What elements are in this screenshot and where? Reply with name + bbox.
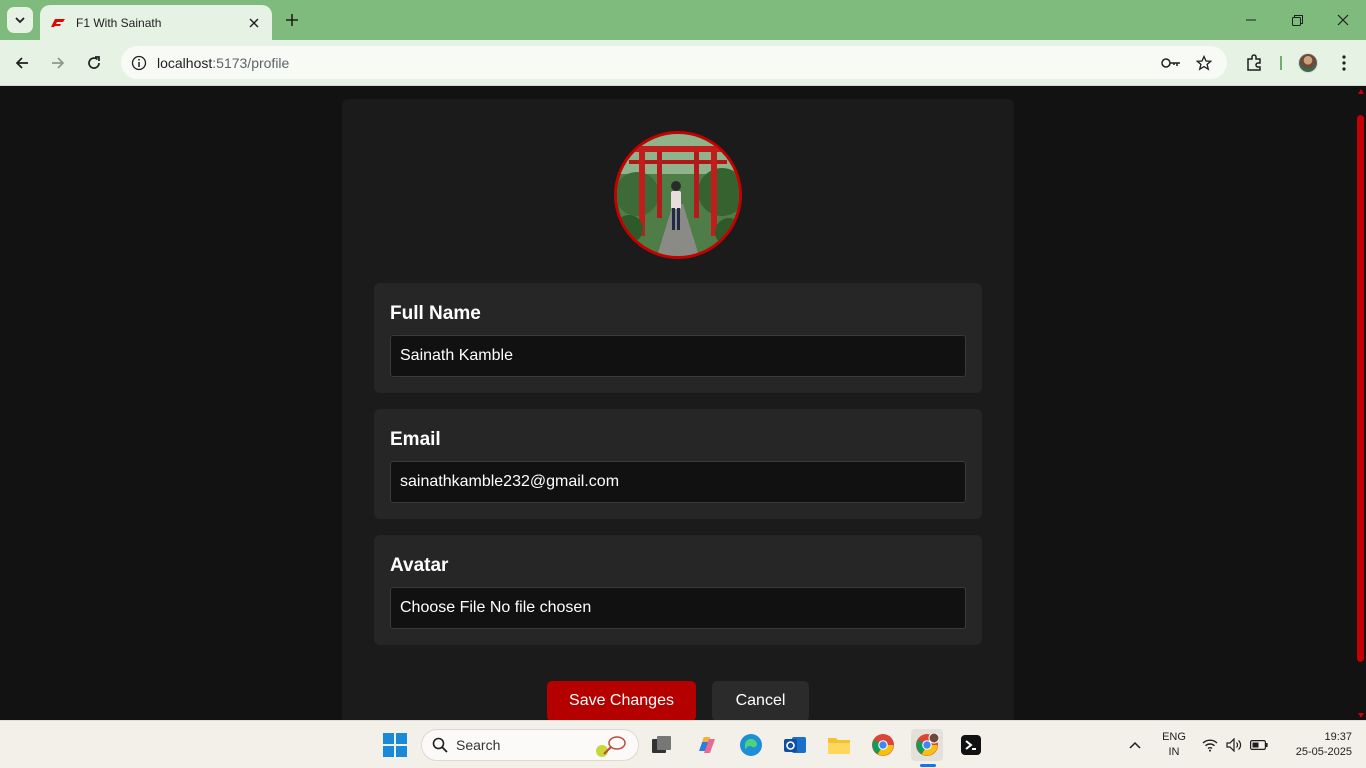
full-name-label: Full Name (390, 303, 481, 324)
url-text: localhost:5173/profile (157, 55, 289, 71)
search-placeholder: Search (456, 737, 501, 753)
language-code: ENG (1162, 731, 1186, 743)
profile-avatar (1298, 53, 1318, 73)
tab-title: F1 With Sainath (76, 15, 162, 30)
plus-icon (286, 14, 298, 26)
bookmark-star-icon[interactable] (1190, 49, 1218, 77)
f1-favicon (50, 18, 66, 28)
tab-strip: F1 With Sainath (0, 0, 1366, 40)
full-name-input[interactable] (390, 335, 966, 377)
search-icon (432, 737, 448, 753)
reload-button[interactable] (80, 49, 108, 77)
battery-status[interactable] (1246, 729, 1272, 761)
profile-button[interactable] (1294, 49, 1322, 77)
clock[interactable]: 19:37 25-05-2025 (1286, 730, 1352, 760)
email-input[interactable] (390, 461, 966, 503)
badminton-highlight-icon (596, 736, 626, 757)
cancel-button[interactable]: Cancel (712, 681, 809, 720)
new-tab-button[interactable] (280, 8, 304, 32)
toolbar-divider (1280, 56, 1282, 70)
more-menu-icon (1342, 55, 1346, 71)
scroll-up-arrow[interactable] (1358, 89, 1364, 94)
outlook-icon (784, 737, 806, 753)
page-viewport: Full Name Email Avatar Choose File No fi… (0, 87, 1366, 720)
chrome-profile-button[interactable] (911, 729, 943, 761)
close-window-button[interactable] (1320, 0, 1366, 40)
show-hidden-icons-button[interactable] (1119, 729, 1151, 761)
edge-button[interactable] (735, 729, 767, 761)
clock-time: 19:37 (1324, 731, 1352, 743)
active-app-indicator (920, 764, 936, 767)
url-host: localhost (157, 54, 213, 71)
extensions-button[interactable] (1240, 49, 1268, 77)
input-language[interactable]: ENG IN (1157, 730, 1191, 760)
region-code: IN (1168, 746, 1180, 758)
chevron-down-icon (15, 17, 25, 24)
avatar-label: Avatar (390, 555, 449, 576)
chrome-profile-icon (916, 733, 939, 756)
profile-avatar-image (614, 131, 742, 259)
taskbar: Search ENG IN 19:37 25-05-2025 (0, 720, 1366, 768)
choose-file-button[interactable]: Choose File (400, 599, 485, 617)
forward-button[interactable] (44, 49, 72, 77)
taskbar-search[interactable]: Search (421, 729, 639, 761)
back-button[interactable] (8, 49, 36, 77)
minimize-button[interactable] (1228, 0, 1274, 40)
wifi-status[interactable] (1198, 729, 1222, 761)
close-tab-icon[interactable] (246, 15, 262, 31)
task-view-button[interactable] (646, 729, 678, 761)
more-menu-button[interactable] (1330, 49, 1358, 77)
profile-card: Full Name Email Avatar Choose File No fi… (342, 99, 1014, 720)
file-status: No file chosen (489, 599, 592, 616)
browser-tab[interactable]: F1 With Sainath (40, 5, 272, 40)
avatar-field: Avatar Choose File No file chosen (374, 535, 982, 645)
restore-icon (1291, 14, 1303, 26)
chevron-up-icon (1129, 741, 1141, 749)
folder-icon (828, 738, 850, 754)
email-field: Email (374, 409, 982, 519)
password-key-icon[interactable] (1157, 49, 1185, 77)
browser-toolbar: localhost:5173/profile (0, 40, 1366, 86)
scroll-down-arrow[interactable] (1358, 713, 1364, 718)
outlook-button[interactable] (779, 729, 811, 761)
copilot-button[interactable] (691, 729, 723, 761)
windows-logo-icon (383, 733, 407, 757)
task-view-icon (652, 736, 671, 753)
terminal-app-icon (961, 735, 981, 755)
email-label: Email (390, 429, 441, 450)
clock-date: 25-05-2025 (1295, 746, 1352, 758)
reload-icon (88, 56, 100, 69)
tab-search-button[interactable] (7, 7, 33, 33)
file-explorer-button[interactable] (823, 729, 855, 761)
restore-button[interactable] (1274, 0, 1320, 40)
site-info-icon[interactable] (124, 48, 154, 78)
url-path: :5173/profile (212, 54, 290, 71)
volume-status[interactable] (1222, 729, 1246, 761)
terminal-app-button[interactable] (955, 729, 987, 761)
scroll-thumb[interactable] (1357, 115, 1364, 662)
minimize-icon (1246, 19, 1256, 21)
speaker-icon (1226, 738, 1242, 752)
back-icon (15, 57, 28, 69)
battery-icon (1250, 740, 1268, 750)
copilot-icon (699, 737, 715, 753)
chrome-button[interactable] (867, 729, 899, 761)
address-bar[interactable]: localhost:5173/profile (121, 46, 1227, 79)
edge-icon (740, 734, 762, 756)
extensions-icon (1247, 54, 1261, 71)
forward-icon (52, 57, 65, 69)
start-button[interactable] (379, 729, 411, 761)
page-scrollbar[interactable] (1356, 87, 1366, 720)
avatar-file-input[interactable]: Choose File No file chosen (390, 587, 966, 629)
save-changes-button[interactable]: Save Changes (547, 681, 696, 720)
close-window-icon (1337, 14, 1349, 26)
chrome-icon (872, 734, 894, 756)
full-name-field: Full Name (374, 283, 982, 393)
wifi-icon (1202, 739, 1218, 752)
